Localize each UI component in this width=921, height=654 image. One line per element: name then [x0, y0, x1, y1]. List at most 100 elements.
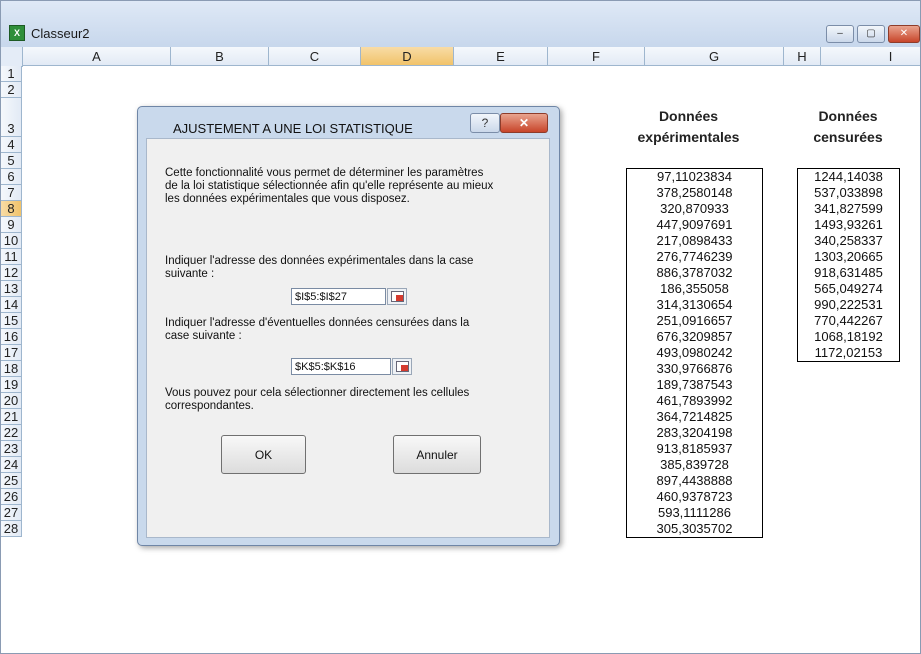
row-header-7[interactable]: 7	[1, 185, 22, 201]
row-header-18[interactable]: 18	[1, 361, 22, 377]
ok-button[interactable]: OK	[221, 435, 306, 474]
experimental-data-cell[interactable]: 593,1111286	[627, 505, 762, 521]
row-header-6[interactable]: 6	[1, 169, 22, 185]
row-header-10[interactable]: 10	[1, 233, 22, 249]
column-header-g[interactable]: G	[645, 47, 784, 66]
censored-data-cell[interactable]: 1493,93261	[798, 217, 899, 233]
experimental-data-cell[interactable]: 493,0980242	[627, 345, 762, 361]
censored-data-cell[interactable]: 770,442267	[798, 313, 899, 329]
experimental-data-cell[interactable]: 276,7746239	[627, 249, 762, 265]
row-header-1[interactable]: 1	[1, 66, 22, 82]
intro-text: Cette fonctionnalité vous permet de déte…	[165, 167, 493, 206]
row-header-12[interactable]: 12	[1, 265, 22, 281]
experimental-data-cell[interactable]: 217,0898433	[627, 233, 762, 249]
experimental-data-cell[interactable]: 320,870933	[627, 201, 762, 217]
censored-header-line2: censurées	[813, 129, 883, 145]
experimental-range-picker-button[interactable]	[387, 288, 407, 305]
experimental-data-cell[interactable]: 886,3787032	[627, 265, 762, 281]
row-header-11[interactable]: 11	[1, 249, 22, 265]
intro-line: de la loi statistique sélectionnée afin …	[165, 180, 494, 192]
column-header-c[interactable]: C	[269, 47, 361, 66]
row-header-4[interactable]: 4	[1, 137, 22, 153]
row-header-25[interactable]: 25	[1, 473, 22, 489]
experimental-data-cell[interactable]: 283,3204198	[627, 425, 762, 441]
experimental-data-cell[interactable]: 251,0916657	[627, 313, 762, 329]
column-header-a[interactable]: A	[23, 47, 171, 66]
censored-data-cell[interactable]: 1068,18192	[798, 329, 899, 345]
experimental-data-cell[interactable]: 897,4438888	[627, 473, 762, 489]
row-header-26[interactable]: 26	[1, 489, 22, 505]
row-header-19[interactable]: 19	[1, 377, 22, 393]
experimental-data-cell[interactable]: 364,7214825	[627, 409, 762, 425]
censored-data-cell[interactable]: 537,033898	[798, 185, 899, 201]
row-header-5[interactable]: 5	[1, 153, 22, 169]
censored-data-cell[interactable]: 565,049274	[798, 281, 899, 297]
experimental-data-cell[interactable]: 676,3209857	[627, 329, 762, 345]
maximize-button[interactable]: ▢	[857, 25, 885, 43]
experimental-data-cell[interactable]: 97,11023834	[627, 169, 762, 185]
prompt-line: Indiquer l'adresse des données expérimen…	[165, 255, 474, 267]
experimental-range-input[interactable]: $I$5:$I$27	[291, 288, 386, 305]
censored-data-cell[interactable]: 1244,14038	[798, 169, 899, 185]
cancel-button[interactable]: Annuler	[393, 435, 481, 474]
experimental-data-cell[interactable]: 330,9766876	[627, 361, 762, 377]
row-header-28[interactable]: 28	[1, 521, 22, 537]
select-all-corner[interactable]	[1, 47, 23, 67]
censored-data-cell[interactable]: 1172,02153	[798, 345, 899, 361]
experimental-data-cell[interactable]: 385,839728	[627, 457, 762, 473]
row-header-20[interactable]: 20	[1, 393, 22, 409]
column-header-h[interactable]: H	[784, 47, 821, 66]
censored-range-picker-button[interactable]	[392, 358, 412, 375]
column-header-e[interactable]: E	[454, 47, 548, 66]
censored-data-cell[interactable]: 1303,20665	[798, 249, 899, 265]
censored-range-input[interactable]: $K$5:$K$16	[291, 358, 391, 375]
excel-app-icon: X	[9, 25, 25, 41]
row-header-17[interactable]: 17	[1, 345, 22, 361]
experimental-data-cell[interactable]: 447,9097691	[627, 217, 762, 233]
censored-data-cell[interactable]: 990,222531	[798, 297, 899, 313]
column-header-b[interactable]: B	[171, 47, 269, 66]
row-header-14[interactable]: 14	[1, 297, 22, 313]
row-header-2[interactable]: 2	[1, 82, 22, 98]
censored-data-range[interactable]: 1244,14038 537,033898 341,827599 1493,93261…	[797, 168, 900, 362]
experimental-data-cell[interactable]: 186,355058	[627, 281, 762, 297]
column-header-d[interactable]: D	[361, 47, 454, 66]
row-header-23[interactable]: 23	[1, 441, 22, 457]
row-header-9[interactable]: 9	[1, 217, 22, 233]
row-header-3[interactable]: 3	[1, 98, 22, 137]
window-title: Classeur2	[31, 26, 90, 41]
experimental-data-cell[interactable]: 314,3130654	[627, 297, 762, 313]
censored-data-cell[interactable]: 918,631485	[798, 265, 899, 281]
row-header-22[interactable]: 22	[1, 425, 22, 441]
title-bar: X Classeur2 ‒ ▢ ✕	[1, 1, 920, 47]
experimental-data-cell[interactable]: 305,3035702	[627, 521, 762, 537]
experimental-data-cell[interactable]: 378,2580148	[627, 185, 762, 201]
row-header-13[interactable]: 13	[1, 281, 22, 297]
experimental-data-cell[interactable]: 189,7387543	[627, 377, 762, 393]
censored-header-line1: Données	[818, 108, 878, 124]
row-header-8[interactable]: 8	[1, 201, 22, 217]
row-header-24[interactable]: 24	[1, 457, 22, 473]
row-header-15[interactable]: 15	[1, 313, 22, 329]
censored-data-cell[interactable]: 341,827599	[798, 201, 899, 217]
column-header-i[interactable]: I	[821, 47, 920, 66]
close-button[interactable]: ✕	[888, 25, 920, 43]
row-header-21[interactable]: 21	[1, 409, 22, 425]
experimental-data-cell[interactable]: 461,7893992	[627, 393, 762, 409]
dialog-close-button[interactable]: ✕	[500, 113, 548, 133]
hint-line: Vous pouvez pour cela sélectionner direc…	[165, 387, 470, 399]
column-header-f[interactable]: F	[548, 47, 645, 66]
experimental-data-cell[interactable]: 913,8185937	[627, 441, 762, 457]
hint-line: correspondantes.	[165, 400, 254, 412]
prompt-line: suivante :	[165, 268, 215, 280]
censored-data-header: Données censurées	[793, 106, 903, 148]
help-button[interactable]: ?	[470, 113, 500, 133]
row-header-27[interactable]: 27	[1, 505, 22, 521]
experimental-data-range[interactable]: 97,11023834 378,2580148 320,870933 447,9097…	[626, 168, 763, 538]
row-header-16[interactable]: 16	[1, 329, 22, 345]
dialog-title: AJUSTEMENT A UNE LOI STATISTIQUE	[173, 121, 413, 136]
censored-data-cell[interactable]: 340,258337	[798, 233, 899, 249]
experimental-data-cell[interactable]: 460,9378723	[627, 489, 762, 505]
excel-window: X Classeur2 ‒ ▢ ✕ ABCDEFGHI 1 2 3 4 5 6 7 8 9 10 1…	[0, 0, 921, 654]
minimize-button[interactable]: ‒	[826, 25, 854, 43]
